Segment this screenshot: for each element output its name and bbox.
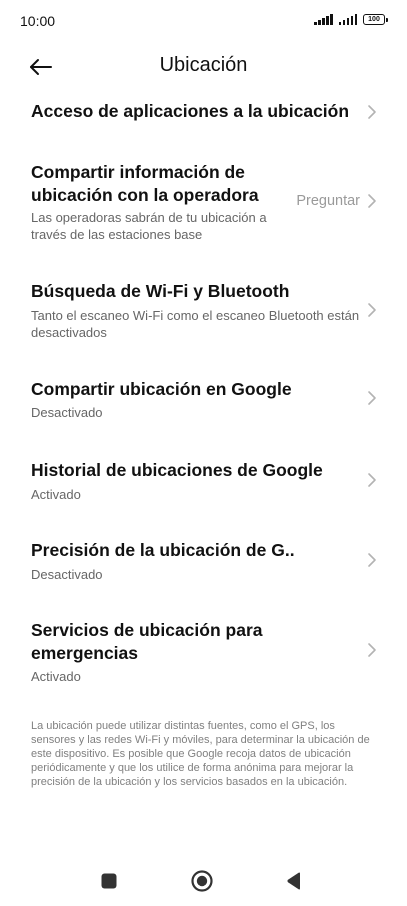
setting-subtitle: Desactivado [31, 405, 103, 420]
setting-app-location-access[interactable]: Acceso de aplicaciones a la ubicación [0, 90, 407, 134]
setting-wifi-bluetooth-scanning[interactable]: Búsqueda de Wi-Fi y Bluetooth Tanto el e… [0, 270, 407, 350]
square-icon [101, 873, 117, 889]
chevron-right-icon [368, 105, 376, 119]
setting-title: Precisión de la ubicación de G.. [31, 540, 295, 560]
recents-button[interactable] [100, 872, 118, 890]
setting-title: Compartir ubicación en Google [31, 379, 292, 399]
triangle-back-icon [287, 872, 300, 890]
status-time: 10:00 [20, 13, 56, 29]
chevron-right-icon [368, 391, 376, 405]
battery-level: 100 [368, 16, 380, 23]
setting-subtitle: Desactivado [31, 567, 103, 582]
setting-subtitle: Activado [31, 487, 81, 502]
chevron-right-icon [368, 303, 376, 317]
setting-subtitle: Las operadoras sabrán de tu ubicación a … [31, 210, 267, 242]
setting-title: Servicios de ubicación para emergencias [31, 620, 263, 663]
navigation-bar [0, 860, 407, 900]
status-bar: 10:00 100 [0, 0, 407, 44]
setting-title: Compartir información de ubicación con l… [31, 162, 259, 205]
setting-google-location-history[interactable]: Historial de ubicaciones de Google Activ… [0, 450, 407, 514]
setting-subtitle: Tanto el escaneo Wi-Fi como el escaneo B… [31, 308, 360, 340]
status-icons: 100 [314, 14, 388, 25]
setting-subtitle: Activado [31, 669, 81, 684]
page-title: Ubicación [159, 54, 248, 76]
chevron-right-icon [368, 473, 376, 487]
setting-title: Búsqueda de Wi-Fi y Bluetooth [31, 281, 290, 301]
setting-emergency-location-services[interactable]: Servicios de ubicación para emergencias … [0, 610, 407, 690]
setting-carrier-location-sharing[interactable]: Compartir información de ubicación con l… [0, 155, 407, 250]
setting-title: Historial de ubicaciones de Google [31, 460, 323, 480]
location-info-note: La ubicación puede utilizar distintas fu… [31, 720, 370, 788]
signal-icon [314, 14, 333, 25]
setting-title: Acceso de aplicaciones a la ubicación [31, 101, 350, 121]
chevron-right-icon [368, 553, 376, 567]
header: Ubicación [0, 44, 407, 90]
chevron-right-icon [368, 194, 376, 208]
circle-icon [191, 870, 213, 892]
chevron-right-icon [368, 643, 376, 657]
home-button[interactable] [190, 869, 214, 893]
system-back-button[interactable] [285, 871, 303, 891]
setting-google-location-accuracy[interactable]: Precisión de la ubicación de G.. Desacti… [0, 530, 407, 594]
setting-google-location-sharing[interactable]: Compartir ubicación en Google Desactivad… [0, 368, 407, 432]
setting-value: Preguntar [296, 193, 360, 209]
battery-icon: 100 [363, 14, 388, 25]
signal-icon [338, 14, 357, 25]
